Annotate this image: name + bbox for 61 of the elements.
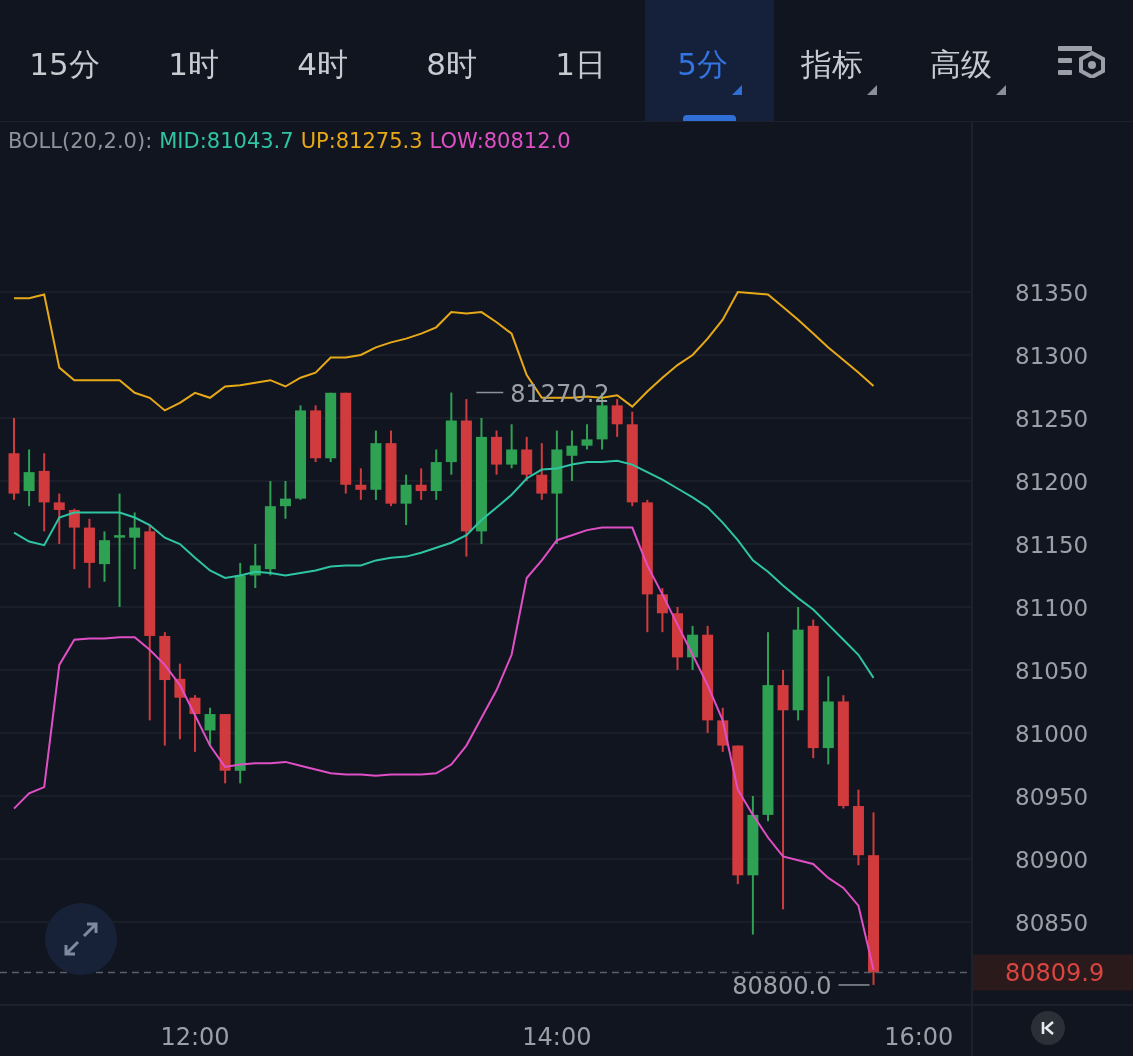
price-axis-label: 81100 xyxy=(1015,594,1089,621)
candle xyxy=(491,429,503,476)
timeframe-tab[interactable]: 15分 xyxy=(0,0,129,121)
price-axis-label: 81350 xyxy=(1015,279,1089,306)
candle xyxy=(521,435,533,482)
candle xyxy=(355,467,367,501)
candle xyxy=(129,511,141,571)
candle xyxy=(23,448,35,508)
price-annotation: 80800.0 xyxy=(732,971,871,1000)
price-axis-label: 81200 xyxy=(1015,468,1089,495)
candle xyxy=(68,507,80,571)
indicator-value: MID:81043.7 xyxy=(159,128,294,155)
price-axis-label: 81050 xyxy=(1015,657,1089,684)
skip-back-icon xyxy=(1041,1021,1055,1035)
timeframe-tab[interactable]: 1时 xyxy=(129,0,258,121)
candle xyxy=(536,442,548,501)
timeframe-tab[interactable]: 4时 xyxy=(258,0,387,121)
timeframe-tab[interactable]: 高级 xyxy=(903,0,1032,121)
indicator-value: LOW:80812.0 xyxy=(429,128,571,155)
candle xyxy=(611,398,623,438)
candle xyxy=(415,467,427,501)
indicator-name: BOLL(20,2.0): xyxy=(8,128,153,155)
candle xyxy=(687,624,699,671)
candle xyxy=(53,492,65,545)
price-axis-label: 80950 xyxy=(1015,783,1089,810)
current-price-label: 80809.9 xyxy=(1005,959,1105,988)
indicator-value: UP:81275.3 xyxy=(300,128,423,155)
timeframe-tab[interactable]: 5分 xyxy=(645,0,774,121)
price-axis-label: 80900 xyxy=(1015,846,1089,873)
timeframe-tab[interactable]: 8时 xyxy=(387,0,516,121)
annotation: 80800.0 xyxy=(732,971,832,1000)
candle xyxy=(400,473,412,527)
candle xyxy=(717,706,729,753)
time-axis-label: 16:00 xyxy=(884,1023,954,1051)
scroll-to-latest-button[interactable] xyxy=(1031,1011,1065,1045)
price-axis-label: 81300 xyxy=(1015,342,1089,369)
price-axis-label: 81150 xyxy=(1015,531,1089,558)
time-axis-label: 12:00 xyxy=(160,1023,230,1051)
candle xyxy=(249,542,261,590)
candle xyxy=(189,694,201,753)
price-axis-label: 80850 xyxy=(1015,909,1089,936)
expand-icon xyxy=(63,921,99,957)
candle xyxy=(581,423,593,451)
candle xyxy=(99,530,110,583)
price-axis-label: 81250 xyxy=(1015,405,1089,432)
candle xyxy=(566,429,578,482)
candle xyxy=(370,429,382,501)
tab-underline xyxy=(683,115,736,121)
price-axis-label: 81000 xyxy=(1015,720,1089,747)
candle xyxy=(506,423,518,470)
candle xyxy=(672,605,683,671)
candle xyxy=(430,448,442,501)
candle xyxy=(279,479,291,520)
candle xyxy=(219,713,231,785)
candle xyxy=(204,706,216,747)
candle xyxy=(656,587,668,634)
time-axis-label: 14:00 xyxy=(522,1023,592,1051)
timeframe-tab[interactable]: 1日 xyxy=(516,0,645,121)
timeframe-tab[interactable]: 指标 xyxy=(774,0,903,121)
settings-icon xyxy=(1057,43,1108,78)
candle xyxy=(310,404,322,464)
